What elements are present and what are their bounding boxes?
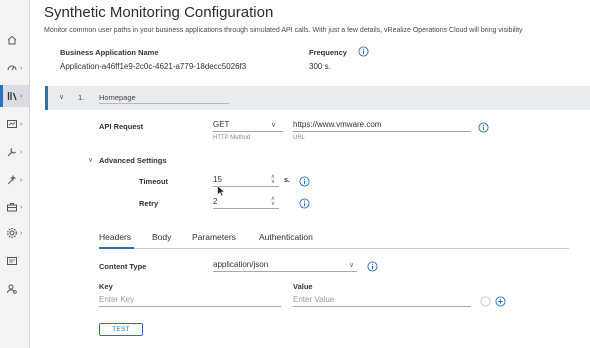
tab-body[interactable]: Body [152, 232, 171, 249]
remove-header-icon[interactable] [480, 296, 491, 307]
admin-icon [7, 284, 17, 294]
chevron-down-icon[interactable]: ∨ [59, 93, 64, 101]
request-tabs: Headers Body Parameters Authentication [99, 232, 569, 249]
step-name-input[interactable]: Homepage [99, 91, 229, 104]
value-placeholder: Enter Value [293, 295, 335, 304]
chevron-right-icon: › [20, 64, 23, 72]
content-type-select[interactable]: application/json [213, 260, 357, 272]
retry-label: Retry [139, 199, 159, 208]
url-input[interactable]: https://www.vmware.com [293, 120, 471, 132]
nav-visualize[interactable]: › [0, 113, 30, 135]
tab-authentication[interactable]: Authentication [259, 232, 313, 249]
frequency-info-icon[interactable] [358, 46, 369, 57]
chevron-down-icon[interactable]: ∨ [349, 261, 354, 269]
tab-parameters[interactable]: Parameters [192, 232, 236, 249]
value-input[interactable]: Enter Value [293, 295, 471, 307]
url-hint: URL [293, 135, 306, 141]
monitor-icon [7, 257, 17, 265]
chevron-right-icon: › [20, 120, 23, 128]
chevron-right-icon: › [20, 92, 23, 100]
step-number: 1. [78, 93, 85, 102]
nav-optimize[interactable]: › [0, 169, 30, 191]
nav-home[interactable] [0, 29, 30, 51]
page-title: Synthetic Monitoring Configuration [44, 4, 274, 21]
timeout-value: 15 [213, 175, 222, 184]
timeout-label: Timeout [139, 177, 169, 186]
http-method-hint: HTTP Method [213, 135, 251, 141]
advanced-settings-chevron-icon[interactable]: ∨ [88, 156, 93, 164]
api-request-label: API Request [99, 122, 144, 131]
nav-library[interactable]: › [0, 85, 30, 107]
optimize-icon [7, 174, 17, 185]
content-type-label: Content Type [99, 262, 147, 271]
content-type-value: application/json [213, 260, 269, 269]
add-circle-icon[interactable] [495, 296, 506, 307]
nav-configure[interactable]: › [0, 222, 30, 244]
retry-info-icon[interactable] [299, 198, 310, 209]
library-icon [7, 92, 17, 101]
step-row-homepage[interactable]: ∨ 1. Homepage [45, 86, 590, 110]
nav-monitor[interactable] [0, 250, 30, 272]
url-info-icon[interactable] [478, 122, 489, 133]
timeout-unit: s. [284, 177, 290, 184]
chevron-right-icon: › [20, 176, 23, 184]
troubleshoot-icon [7, 148, 16, 157]
mouse-pointer-icon [217, 185, 225, 197]
plan-icon [7, 203, 17, 212]
chevron-right-icon: › [20, 229, 23, 237]
configure-icon [7, 228, 17, 238]
chevron-right-icon: › [20, 148, 23, 156]
key-placeholder: Enter Key [99, 295, 135, 304]
timeout-stepper[interactable]: ∧ ∨ [270, 174, 276, 185]
frequency-label: Frequency [309, 48, 347, 57]
test-button[interactable]: TEST [99, 323, 143, 336]
home-icon [7, 35, 17, 45]
url-value: https://www.vmware.com [293, 120, 382, 129]
nav-admin[interactable] [0, 278, 30, 300]
nav-troubleshoot[interactable]: › [0, 141, 30, 163]
retry-stepper[interactable]: ∧ ∨ [270, 196, 276, 207]
page-subtitle: Monitor common user paths in your busine… [44, 27, 523, 34]
left-navigation: › › › › › › › [0, 0, 30, 348]
http-method-value: GET [213, 120, 230, 129]
content-type-info-icon[interactable] [367, 261, 378, 272]
key-label: Key [99, 282, 113, 291]
chevron-right-icon: › [20, 203, 23, 211]
visualize-icon [7, 120, 17, 128]
value-label: Value [293, 282, 313, 291]
dashboards-icon [7, 65, 17, 71]
nav-plan[interactable]: › [0, 196, 30, 218]
advanced-settings-label[interactable]: Advanced Settings [99, 156, 167, 165]
timeout-info-icon[interactable] [299, 176, 310, 187]
frequency-value: 300 s. [309, 62, 331, 71]
chevron-down-icon[interactable]: ∨ [271, 121, 276, 129]
retry-value: 2 [213, 197, 218, 206]
key-input[interactable]: Enter Key [99, 295, 281, 307]
tab-headers[interactable]: Headers [99, 232, 134, 249]
business-app-name-label: Business Application Name [60, 48, 159, 57]
main-content: Synthetic Monitoring Configuration Monit… [31, 0, 590, 348]
business-app-name-value: Application-a46ff1e9-2c0c-4621-a779-18de… [60, 62, 247, 71]
nav-dashboards[interactable]: › [0, 57, 30, 79]
